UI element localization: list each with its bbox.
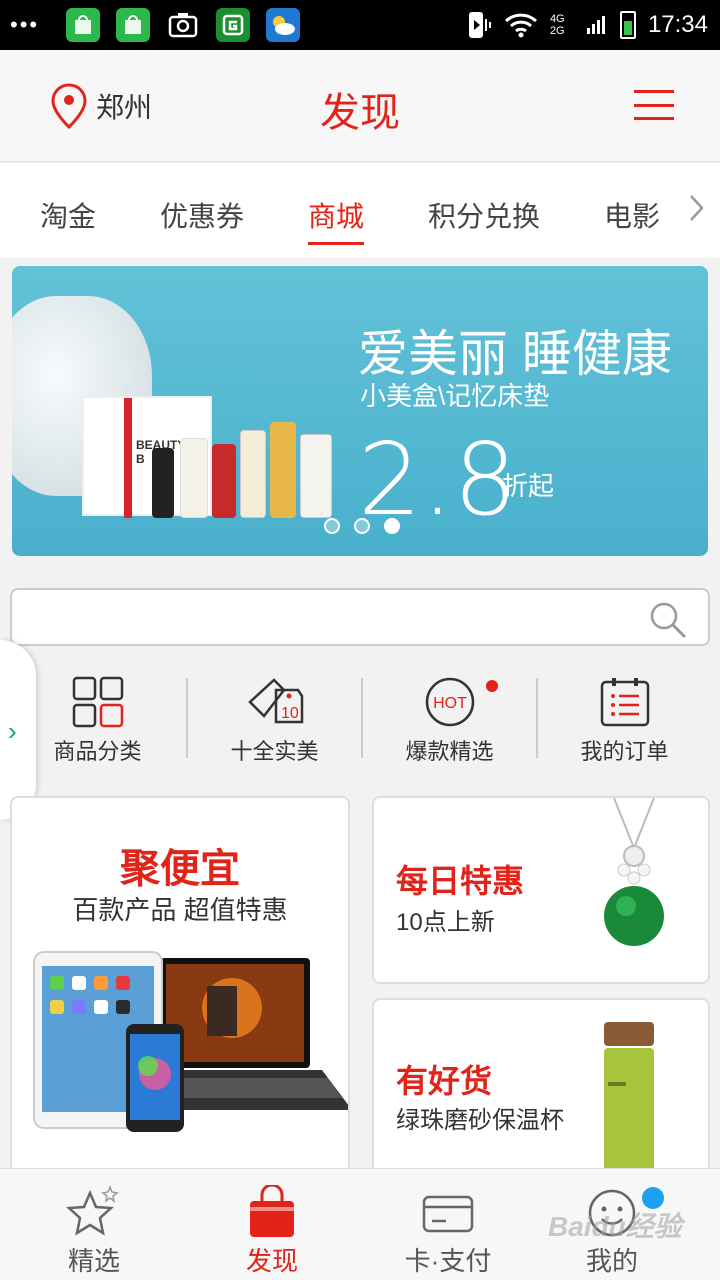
- electronics-image: [33, 951, 348, 1132]
- carousel-dot[interactable]: [324, 518, 340, 534]
- tag-10-icon: 10: [247, 678, 303, 724]
- nav-card-payment[interactable]: 卡·支付: [358, 1169, 538, 1280]
- quick-nav-label: 商品分类: [53, 739, 142, 764]
- product-bottle-4: [240, 430, 266, 518]
- jade-pendant-image: [604, 798, 664, 946]
- status-dots: •••: [10, 12, 40, 37]
- banner-subtitle: 小美盒\记忆床垫: [360, 381, 550, 411]
- card-subtitle: 百款产品 超值特惠: [72, 895, 288, 925]
- quick-nav-label: 我的订单: [580, 739, 669, 764]
- nav-label: 我的: [585, 1246, 638, 1276]
- quick-nav-label: 十全实美: [230, 739, 319, 764]
- screenshot-icon: [166, 8, 200, 42]
- nav-discover[interactable]: 发现: [182, 1169, 362, 1280]
- grid-icon: [72, 676, 123, 728]
- network-type: 4G 2G: [549, 13, 565, 37]
- carousel-dot-active[interactable]: [384, 518, 400, 534]
- card-subtitle: 绿珠磨砂保温杯: [396, 1107, 564, 1134]
- tab-mall[interactable]: 商城: [308, 195, 365, 245]
- card-title: 每日特惠: [396, 863, 525, 899]
- battery-icon: [619, 11, 636, 39]
- security-app-icon: [216, 8, 250, 42]
- order-list-icon: [600, 678, 649, 727]
- page-title: 发现: [320, 91, 400, 135]
- wifi-icon: [504, 13, 537, 38]
- status-bar: ••• 4G 2G 17:34: [0, 0, 720, 50]
- carousel-dot[interactable]: [354, 518, 370, 534]
- app-icon-green-bag-1: [66, 8, 100, 42]
- quick-nav-my-orders[interactable]: 我的订单: [537, 668, 712, 768]
- product-bottle-5: [270, 422, 296, 518]
- product-bottle-3: [212, 444, 236, 518]
- notification-dot: [486, 680, 498, 692]
- svg-text:HOT: HOT: [433, 695, 467, 712]
- nav-label: 发现: [245, 1246, 298, 1276]
- tab-coupons[interactable]: 优惠券: [160, 195, 244, 235]
- category-tabs: 淘金 优惠券 商城 积分兑换 电影: [0, 163, 720, 258]
- quick-nav: 商品分类 10 十全实美 HOT 爆款精选 我的订单: [10, 668, 710, 768]
- carousel-indicator: [324, 518, 400, 534]
- svg-text:10: 10: [281, 705, 299, 722]
- search-icon[interactable]: [648, 600, 688, 640]
- nav-label: 精选: [67, 1246, 120, 1276]
- search-bar: [10, 588, 710, 646]
- status-time: 17:34: [647, 11, 708, 38]
- card-title: 聚便宜: [120, 847, 240, 891]
- promo-card-ju-pianyi[interactable]: 聚便宜 百款产品 超值特惠: [10, 796, 350, 1196]
- app-header: 郑州 发现: [0, 50, 720, 162]
- tab-movies[interactable]: 电影: [604, 195, 660, 235]
- hot-icon: HOT: [425, 677, 474, 727]
- vibrate-mode-icon: [468, 12, 491, 38]
- card-title: 有好货: [396, 1063, 493, 1099]
- signal-icon: [586, 16, 605, 34]
- nav-featured[interactable]: 精选: [4, 1169, 184, 1280]
- promo-banner[interactable]: BEAUTY B 爱美丽 睡健康 小美盒\记忆床垫 2.8 折起: [12, 266, 708, 556]
- shopping-bag-icon: [250, 1185, 294, 1237]
- tab-points-exchange[interactable]: 积分兑换: [428, 195, 540, 235]
- weather-icon: [266, 8, 300, 42]
- nav-label: 卡·支付: [404, 1246, 492, 1276]
- chevron-right-icon[interactable]: [688, 193, 706, 223]
- product-bottle-6: [300, 434, 332, 518]
- banner-price-suffix: 折起: [502, 471, 555, 501]
- thermos-cup-image: [604, 1022, 654, 1174]
- card-subtitle: 10点上新: [396, 909, 495, 936]
- bottom-nav: 精选 发现 卡·支付 我的 Baidu经验: [0, 1168, 720, 1280]
- menu-icon[interactable]: [634, 90, 674, 120]
- star-icon: [65, 1185, 119, 1236]
- quick-nav-hot-picks[interactable]: HOT 爆款精选: [362, 668, 537, 768]
- promo-card-daily-deals[interactable]: 每日特惠 10点上新: [372, 796, 710, 984]
- product-bottle-1: [152, 448, 174, 518]
- product-bottle-2: [180, 438, 208, 518]
- quick-nav-categories[interactable]: 商品分类: [10, 668, 185, 768]
- quick-nav-label: 爆款精选: [405, 739, 494, 764]
- search-input[interactable]: [28, 600, 628, 636]
- tab-taojin[interactable]: 淘金: [40, 195, 96, 235]
- quick-nav-top-picks[interactable]: 10 十全实美: [187, 668, 362, 768]
- card-icon: [422, 1195, 474, 1233]
- app-icon-green-bag-2: [116, 8, 150, 42]
- watermark: Baidu经验: [548, 1211, 682, 1242]
